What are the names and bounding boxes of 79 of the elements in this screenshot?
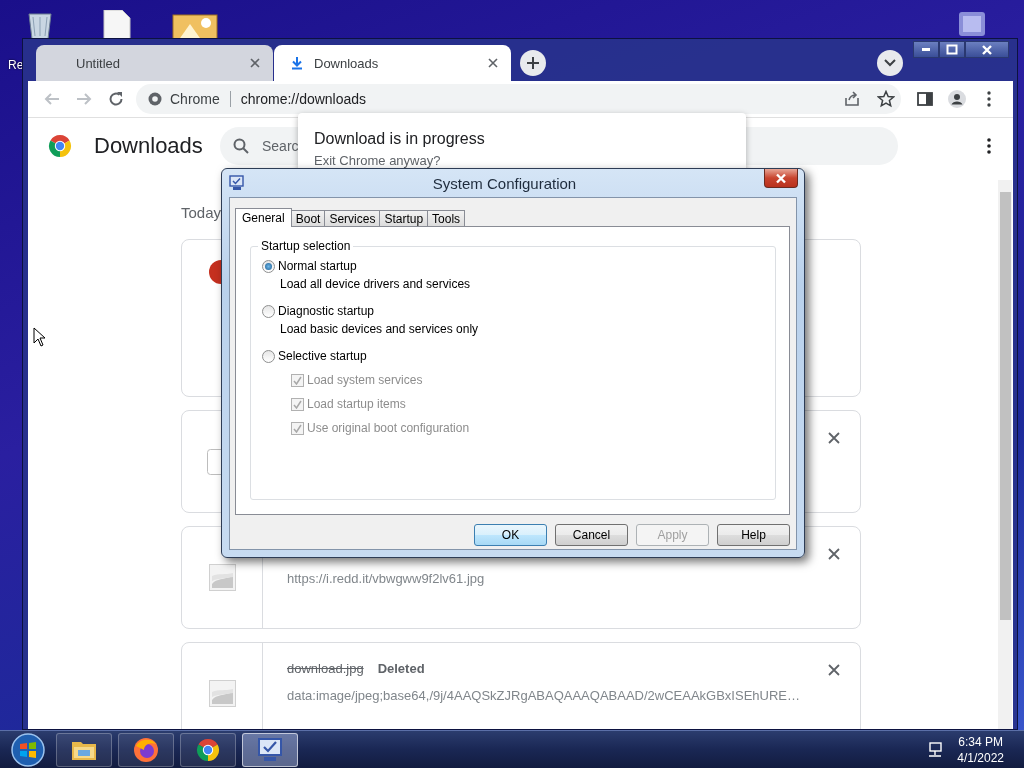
maximize-button[interactable] (939, 41, 965, 58)
maximize-icon (946, 43, 958, 56)
person-icon (948, 90, 966, 108)
icon-label: Re (8, 58, 24, 72)
radio-button[interactable] (262, 259, 275, 273)
radio-button[interactable] (262, 349, 275, 363)
dialog-button[interactable]: OK (474, 524, 547, 546)
browser-tab[interactable]: Untitled (36, 45, 273, 81)
reload-icon (107, 90, 125, 108)
option-label[interactable]: Selective startup (278, 349, 367, 363)
dialog-tab[interactable]: General (235, 208, 292, 227)
plus-icon (526, 56, 540, 70)
close-icon (827, 431, 841, 445)
close-button[interactable] (764, 169, 798, 188)
download-icon (290, 56, 304, 70)
dialog-tab[interactable]: Startup (379, 210, 429, 226)
search-icon (232, 137, 250, 155)
scrollbar-thumb[interactable] (999, 192, 1011, 620)
caret-icon (884, 59, 896, 67)
dialog-title: System Configuration (431, 174, 578, 192)
dialog-tab[interactable]: Services (324, 210, 381, 226)
firefox-icon (132, 735, 160, 764)
section-heading: Today (181, 204, 222, 220)
clock-date[interactable]: 4/1/2022 (957, 749, 1004, 766)
taskbar-button[interactable] (242, 732, 298, 767)
page-title: Downloads (94, 133, 204, 159)
monitor-icon (256, 735, 284, 764)
clock-time[interactable]: 6:34 PM (957, 733, 1004, 750)
scrollbar[interactable] (998, 180, 1012, 729)
tab-search-button[interactable] (877, 50, 903, 76)
check-icon (293, 399, 302, 409)
dialog-button[interactable]: Cancel (555, 524, 628, 546)
chrome-logo-icon (48, 134, 72, 158)
option-description: Load all device drivers and services (279, 276, 472, 293)
taskbar-button[interactable] (180, 732, 236, 767)
check-icon (293, 375, 302, 385)
browser-tab[interactable]: Downloads (274, 45, 511, 81)
cursor-icon (33, 327, 47, 347)
progress-icon (208, 260, 221, 284)
close-icon (775, 172, 787, 184)
radio-button[interactable] (262, 304, 275, 318)
check-icon (293, 423, 302, 433)
close-icon (981, 43, 993, 56)
close-icon (827, 663, 841, 677)
minimize-icon (922, 48, 930, 51)
url-text: chrome://downloads (240, 91, 368, 107)
new-tab-button[interactable] (520, 50, 546, 76)
popup-title: Download is in progress (314, 130, 486, 148)
side-panel-icon (916, 90, 934, 108)
windows-logo-icon (10, 731, 46, 768)
more-icon[interactable] (987, 138, 991, 154)
address-bar[interactable]: Chrome chrome://downloads (136, 84, 901, 114)
chrome-icon (148, 92, 162, 106)
image-file-icon[interactable] (172, 14, 218, 38)
image-thumbnail-icon (208, 564, 236, 591)
popup-message: Exit Chrome anyway? (314, 153, 442, 168)
source-url: https://i.redd.it/vbwgww9f2lv61.jpg (287, 571, 486, 586)
network-icon[interactable] (927, 741, 944, 758)
image-thumbnail-icon (208, 680, 236, 707)
more-icon (987, 91, 991, 107)
star-icon[interactable] (877, 90, 895, 108)
minimize-button[interactable] (913, 41, 939, 58)
close-icon (827, 547, 841, 561)
group-label: Startup selection (260, 239, 352, 253)
source-url: data:image/jpeg;base64,/9j/4AAQSkZJRgABAQAAAQABAAD/2wCEAAkGBxISEhURE… (287, 688, 800, 703)
dialog-button[interactable]: Help (717, 524, 790, 546)
start-button[interactable] (8, 731, 48, 768)
taskbar-button[interactable] (118, 732, 174, 767)
option-label[interactable]: Diagnostic startup (278, 304, 375, 318)
site-label: Chrome (170, 91, 231, 107)
download-status: Deleted (377, 661, 425, 676)
file-name: download.jpg (287, 661, 364, 676)
dialog-tab[interactable]: Tools (427, 210, 466, 226)
close-button[interactable] (965, 41, 1009, 58)
option-label[interactable]: Normal startup (278, 259, 357, 273)
monitor-icon (229, 175, 245, 191)
share-icon[interactable] (843, 90, 861, 108)
taskbar-button[interactable] (56, 732, 112, 767)
option-description: Load basic devices and services only (279, 321, 480, 338)
